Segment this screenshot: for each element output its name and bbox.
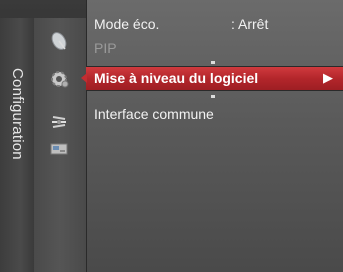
- category-icon-column: [34, 18, 86, 272]
- scroll-up-marker: [211, 61, 215, 64]
- interface-commune-label: Interface commune: [94, 106, 214, 122]
- menu-item-interface-commune[interactable]: Interface commune: [94, 106, 214, 122]
- mode-eco-label: Mode éco.: [94, 16, 160, 32]
- antenna-icon[interactable]: [46, 110, 72, 132]
- satellite-dish-icon[interactable]: [46, 30, 72, 52]
- mode-eco-value: : Arrêt: [231, 16, 269, 32]
- input-source-icon[interactable]: [46, 138, 72, 160]
- settings-panel: Mode éco. : Arrêt PIP Interface commune: [86, 0, 343, 272]
- menu-item-mode-eco[interactable]: Mode éco. : Arrêt: [94, 16, 268, 32]
- menu-item-pip: PIP: [94, 40, 117, 56]
- menu-item-mise-a-niveau[interactable]: Mise à niveau du logiciel ▶: [86, 66, 343, 91]
- scroll-down-marker: [211, 95, 215, 98]
- selection-pointer-icon: [81, 73, 87, 83]
- mise-a-niveau-label: Mise à niveau du logiciel: [94, 70, 259, 86]
- configuration-tab-label: Configuration: [9, 68, 26, 160]
- configuration-tab[interactable]: Configuration: [0, 18, 35, 272]
- submenu-arrow-icon: ▶: [323, 70, 333, 85]
- gear-icon[interactable]: [46, 68, 72, 90]
- pip-label: PIP: [94, 40, 117, 56]
